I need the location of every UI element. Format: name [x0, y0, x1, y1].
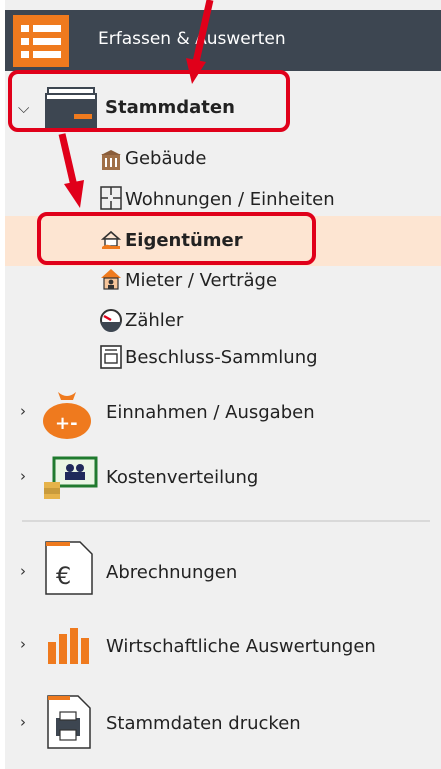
annotation-arrows	[58, 0, 214, 208]
